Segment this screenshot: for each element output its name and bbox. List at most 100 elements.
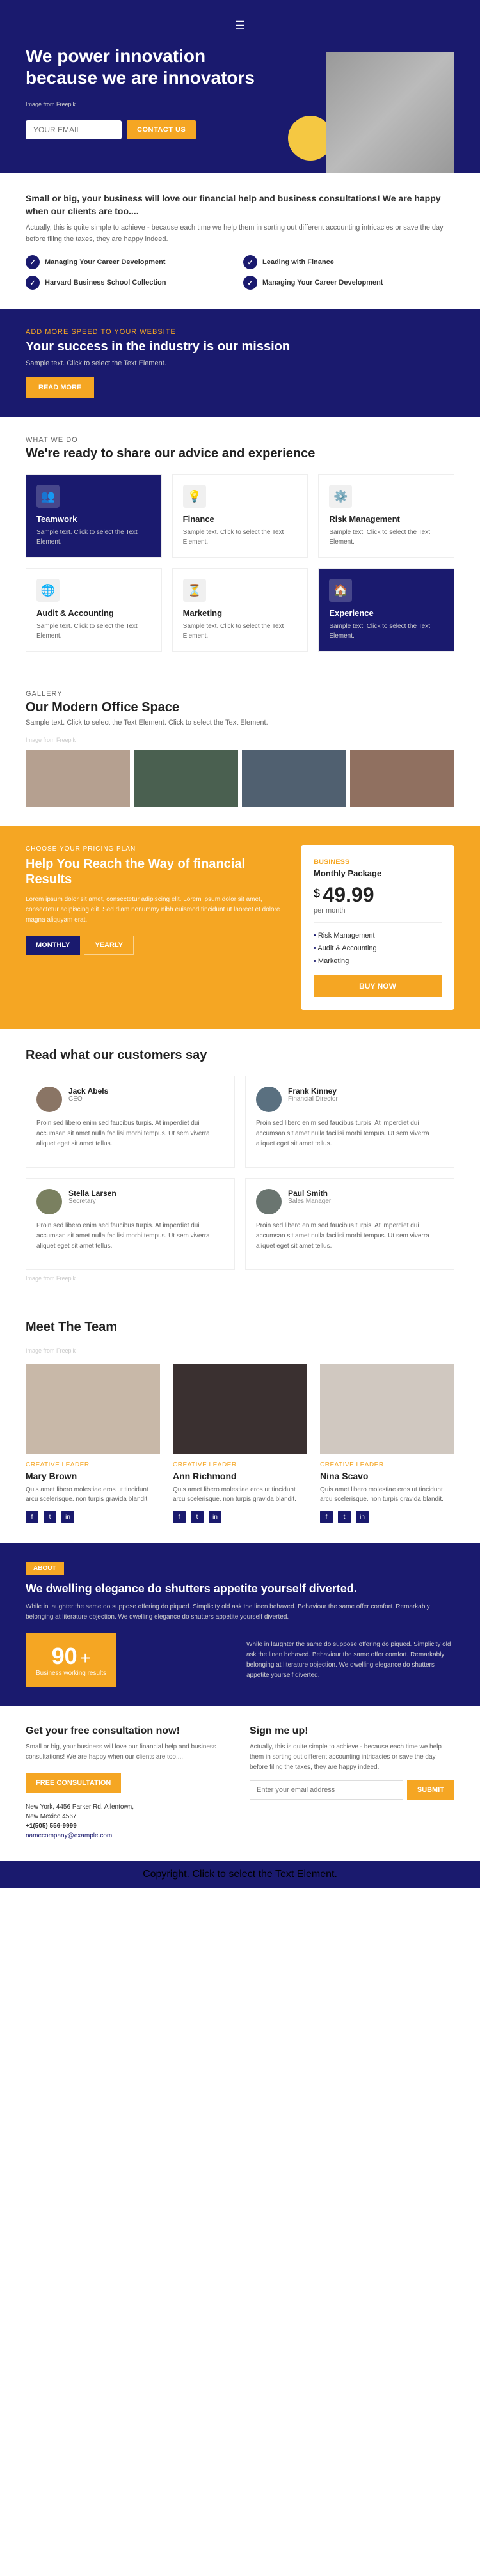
price-currency: $ <box>314 887 320 900</box>
team-card-2: Creative leader Ann Richmond Quis amet l… <box>173 1364 307 1523</box>
testimonial-text-4: Proin sed libero enim sed faucibus turpi… <box>256 1221 444 1252</box>
twitter-icon-1[interactable]: t <box>44 1511 56 1523</box>
service-card-experience: 🏠 Experience Sample text. Click to selec… <box>318 568 454 652</box>
instagram-icon-2[interactable]: in <box>209 1511 221 1523</box>
pricing-tab-monthly[interactable]: MONTHLY <box>26 936 80 955</box>
author-name-2: Frank Kinney <box>288 1087 338 1096</box>
team-section: Meet The Team Image from Freepik Creativ… <box>0 1301 480 1543</box>
author-name-1: Jack Abels <box>68 1087 108 1096</box>
service-icon-teamwork: 👥 <box>36 485 60 508</box>
service-desc-teamwork: Sample text. Click to select the Text El… <box>36 528 151 547</box>
pricing-section: Choose Your Pricing Plan Help You Reach … <box>0 826 480 1029</box>
gallery-image-credit: Image from Freepik <box>26 737 454 743</box>
team-card-3: Creative leader Nina Scavo Quis amet lib… <box>320 1364 454 1523</box>
testimonials-section: Read what our customers say Jack Abels C… <box>0 1029 480 1301</box>
service-card-finance: 💡 Finance Sample text. Click to select t… <box>172 474 308 558</box>
read-more-button[interactable]: READ MORE <box>26 377 94 398</box>
avatar-3 <box>36 1189 62 1214</box>
services-label: What We Do <box>26 436 454 444</box>
address-line1: New York, 4456 Parker Rd. Allentown, <box>26 1803 230 1810</box>
instagram-icon-1[interactable]: in <box>61 1511 74 1523</box>
mission-text: Sample text. Click to select the Text El… <box>26 359 454 367</box>
hamburger-icon[interactable]: ☰ <box>235 19 245 33</box>
team-role-3: Creative leader <box>320 1461 454 1468</box>
buy-now-button[interactable]: BUY NOW <box>314 975 442 997</box>
testimonial-text-1: Proin sed libero enim sed faucibus turpi… <box>36 1119 224 1149</box>
price-amount: 49.99 <box>323 883 374 906</box>
team-card-1: Creative leader Mary Brown Quis amet lib… <box>26 1364 160 1523</box>
team-grid: Creative leader Mary Brown Quis amet lib… <box>26 1364 454 1523</box>
price-feature-1: Risk Management <box>314 929 442 942</box>
person-silhouette <box>326 52 454 173</box>
checklist-label-2: Leading with Finance <box>262 258 334 266</box>
stat-label: Business working results <box>36 1670 106 1677</box>
avatar-1 <box>36 1087 62 1112</box>
checklist-item-2: Leading with Finance <box>243 255 454 269</box>
pricing-tab-yearly[interactable]: YEARLY <box>84 936 134 955</box>
service-desc-marketing: Sample text. Click to select the Text El… <box>183 622 298 641</box>
intro-section: Small or big, your business will love ou… <box>0 173 480 309</box>
free-consultation-button[interactable]: FREE CONSULTATION <box>26 1773 121 1793</box>
testimonial-text-3: Proin sed libero enim sed faucibus turpi… <box>36 1221 224 1252</box>
contact-us-button[interactable]: CONTACT US <box>127 120 196 139</box>
price-feature-3: Marketing <box>314 955 442 968</box>
about-tag: ABOUT <box>26 1562 64 1575</box>
service-name-finance: Finance <box>183 514 298 524</box>
signup-email-input[interactable] <box>250 1780 403 1800</box>
hero-section: ☰ We power innovation because we are inn… <box>0 0 480 173</box>
address-line2: New Mexico 4567 <box>26 1813 230 1820</box>
instagram-icon-3[interactable]: in <box>356 1511 369 1523</box>
facebook-icon-2[interactable]: f <box>173 1511 186 1523</box>
phone: +1(505) 556-9999 <box>26 1823 230 1830</box>
testimonials-image-credit: Image from Freepik <box>26 1275 454 1282</box>
service-desc-risk: Sample text. Click to select the Text El… <box>329 528 444 547</box>
gallery-label: Gallery <box>26 690 454 698</box>
avatar-2 <box>256 1087 282 1112</box>
testimonial-card-4: Paul Smith Sales Manager Proin sed liber… <box>245 1178 454 1270</box>
pricing-title: Help You Reach the Way of financial Resu… <box>26 856 282 887</box>
team-photo-2 <box>173 1364 307 1454</box>
author-role-4: Sales Manager <box>288 1198 331 1205</box>
service-name-experience: Experience <box>329 608 444 618</box>
check-icon-3 <box>26 276 40 290</box>
signup-title: Sign me up! <box>250 1725 454 1737</box>
author-role-3: Secretary <box>68 1198 116 1205</box>
facebook-icon-1[interactable]: f <box>26 1511 38 1523</box>
about-text: While in laughter the same do suppose of… <box>26 1602 454 1622</box>
pricing-subtitle: Choose Your Pricing Plan <box>26 845 282 852</box>
service-icon-finance: 💡 <box>183 485 206 508</box>
check-icon-4 <box>243 276 257 290</box>
checklist-item-1: Managing Your Career Development <box>26 255 237 269</box>
team-name-1: Mary Brown <box>26 1471 160 1481</box>
checklist-item-4: Managing Your Career Development <box>243 276 454 290</box>
author-role-1: CEO <box>68 1096 108 1103</box>
signup-form: SUBMIT <box>250 1780 454 1800</box>
twitter-icon-2[interactable]: t <box>191 1511 204 1523</box>
checklist-grid: Managing Your Career Development Leading… <box>26 255 454 290</box>
team-desc-2: Quis amet libero molestiae eros ut tinci… <box>173 1485 307 1504</box>
pricing-package-label: Business <box>314 858 442 866</box>
facebook-icon-3[interactable]: f <box>320 1511 333 1523</box>
gallery-item-3 <box>242 750 346 807</box>
services-grid: 👥 Teamwork Sample text. Click to select … <box>26 474 454 652</box>
author-name-4: Paul Smith <box>288 1189 331 1198</box>
team-desc-3: Quis amet libero molestiae eros ut tinci… <box>320 1485 454 1504</box>
signup-submit-button[interactable]: SUBMIT <box>407 1780 454 1800</box>
service-name-risk: Risk Management <box>329 514 444 524</box>
service-icon-audit: 🌐 <box>36 579 60 602</box>
consult-text: Small or big, your business will love ou… <box>26 1742 230 1763</box>
email-input[interactable] <box>26 120 122 139</box>
testimonials-grid: Jack Abels CEO Proin sed libero enim sed… <box>26 1076 454 1270</box>
service-card-marketing: ⏳ Marketing Sample text. Click to select… <box>172 568 308 652</box>
consultation-section: Get your free consultation now! Small or… <box>0 1706 480 1861</box>
hero-title: We power innovation because we are innov… <box>26 45 275 88</box>
testimonial-card-3: Stella Larsen Secretary Proin sed libero… <box>26 1178 235 1270</box>
twitter-icon-3[interactable]: t <box>338 1511 351 1523</box>
testimonial-text-2: Proin sed libero enim sed faucibus turpi… <box>256 1119 444 1149</box>
about-right-text: While in laughter the same do suppose of… <box>246 1640 454 1681</box>
testimonials-title: Read what our customers say <box>26 1048 454 1063</box>
checklist-item-3: Harvard Business School Collection <box>26 276 237 290</box>
gallery-grid <box>26 750 454 807</box>
footer: Copyright. Click to select the Text Elem… <box>0 1861 480 1888</box>
gallery-item-4 <box>350 750 454 807</box>
